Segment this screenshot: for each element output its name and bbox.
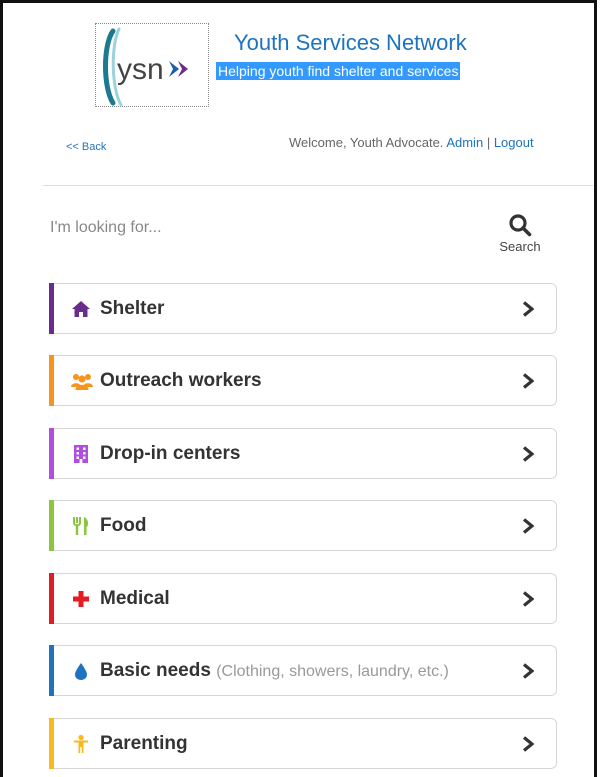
logo-text: ysn xyxy=(117,53,164,86)
search-prompt[interactable]: I'm looking for... xyxy=(50,219,162,237)
category-label: Parenting xyxy=(100,732,188,754)
drop-icon xyxy=(75,662,87,680)
child-icon xyxy=(74,734,88,753)
chevron-right-icon xyxy=(522,590,534,607)
category-basic-needs[interactable]: Basic needs (Clothing, showers, laundry,… xyxy=(49,645,557,696)
chevron-right-icon xyxy=(522,662,534,679)
category-label: Outreach workers xyxy=(100,369,262,391)
category-parenting[interactable]: Parenting xyxy=(49,718,557,769)
chevron-right-icon xyxy=(522,372,534,389)
category-label: Medical xyxy=(100,587,170,609)
building-icon xyxy=(74,444,88,463)
logout-link[interactable]: Logout xyxy=(494,135,534,150)
category-outreach-workers[interactable]: Outreach workers xyxy=(49,355,557,406)
utensils-icon xyxy=(73,516,89,535)
header-divider xyxy=(43,185,593,186)
back-link[interactable]: << Back xyxy=(66,141,106,153)
category-label: Drop-in centers xyxy=(100,442,241,464)
category-color-bar xyxy=(49,573,54,624)
page-frame: ysn Youth Services Network Helping youth… xyxy=(0,0,597,777)
category-shelter[interactable]: Shelter xyxy=(49,283,557,334)
site-title: Youth Services Network xyxy=(234,30,467,55)
category-color-bar xyxy=(49,718,54,769)
chevron-right-icon xyxy=(522,300,534,317)
search-button[interactable]: Search xyxy=(495,213,545,263)
plus-icon xyxy=(73,590,89,607)
admin-link[interactable]: Admin xyxy=(446,135,483,150)
category-color-bar xyxy=(49,500,54,551)
category-medical[interactable]: Medical xyxy=(49,573,557,624)
search-label: Search xyxy=(499,239,541,254)
chevron-right-icon xyxy=(522,517,534,534)
welcome-text: Welcome, Youth Advocate. xyxy=(289,135,444,150)
search-icon xyxy=(509,214,532,237)
chevron-right-icon xyxy=(522,445,534,462)
chevron-right-icon xyxy=(522,735,534,752)
category-color-bar xyxy=(49,283,54,334)
category-color-bar xyxy=(49,645,54,696)
category-note: (Clothing, showers, laundry, etc.) xyxy=(216,662,449,680)
category-color-bar xyxy=(49,428,54,479)
group-icon xyxy=(71,373,93,390)
category-label: Shelter xyxy=(100,297,165,319)
ysn-logo[interactable]: ysn xyxy=(99,25,199,107)
category-label: Basic needs (Clothing, showers, laundry,… xyxy=(100,659,449,681)
nav-separator: | xyxy=(486,135,491,150)
home-icon xyxy=(72,300,90,317)
category-food[interactable]: Food xyxy=(49,500,557,551)
category-drop-in-centers[interactable]: Drop-in centers xyxy=(49,428,557,479)
category-color-bar xyxy=(49,355,54,406)
welcome-bar: Welcome, Youth Advocate. Admin | Logout xyxy=(289,135,534,150)
category-label: Food xyxy=(100,514,147,536)
site-tagline: Helping youth find shelter and services xyxy=(216,62,461,80)
